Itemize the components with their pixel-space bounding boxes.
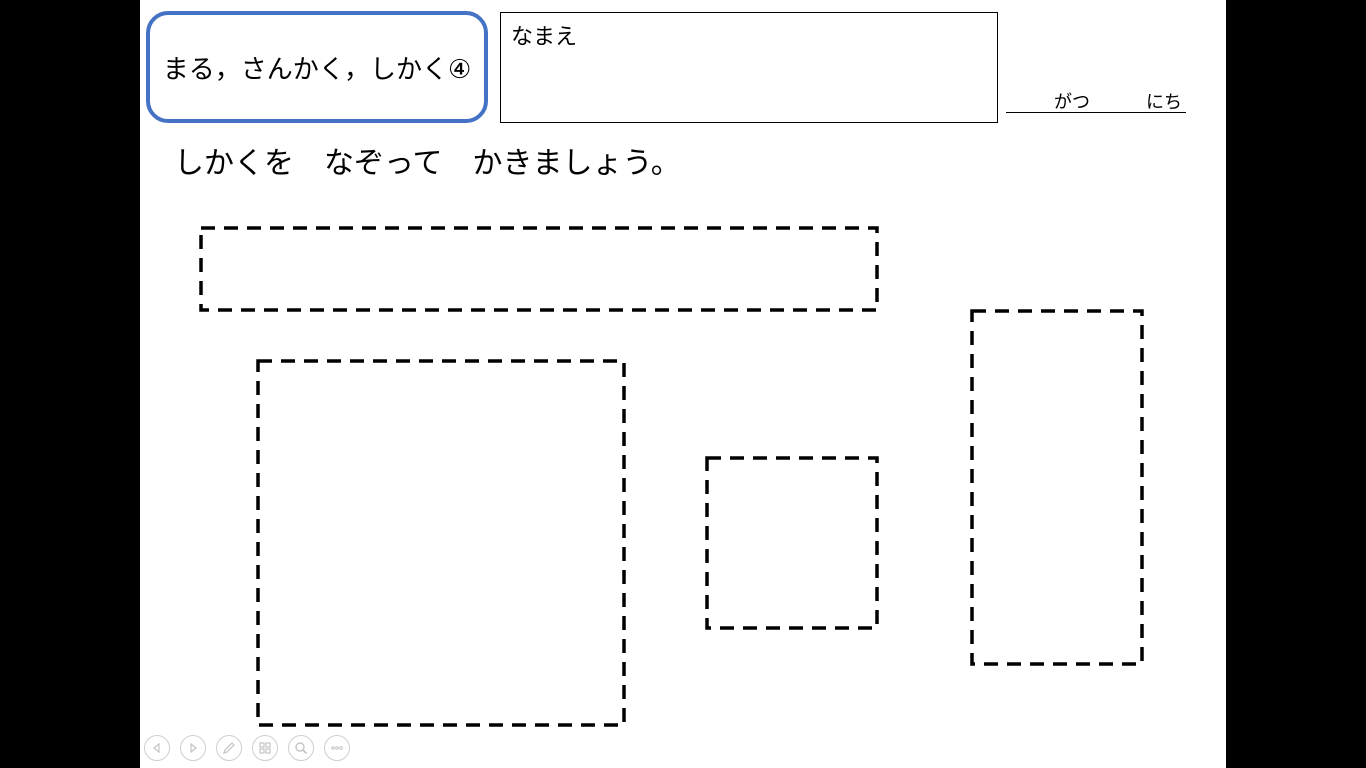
more-options-icon — [331, 746, 343, 750]
slideshow-controls — [144, 735, 350, 761]
next-slide-button[interactable] — [180, 735, 206, 761]
small-square — [705, 456, 879, 630]
more-options-button[interactable] — [324, 735, 350, 761]
large-square — [256, 359, 626, 727]
slides-grid-icon — [259, 742, 271, 754]
zoom-icon — [295, 742, 308, 755]
wide-rectangle — [199, 226, 879, 312]
previous-slide-icon — [153, 742, 160, 754]
see-all-slides-button[interactable] — [252, 735, 278, 761]
pen-icon — [223, 742, 235, 754]
previous-slide-button[interactable] — [144, 735, 170, 761]
pen-button[interactable] — [216, 735, 242, 761]
next-slide-icon — [190, 742, 197, 754]
worksheet-slide: まる，さんかく，しかく④ なまえ がつ にち しかくを なぞって かきましょう。 — [140, 0, 1226, 768]
zoom-button[interactable] — [288, 735, 314, 761]
tall-rectangle — [970, 309, 1144, 666]
tracing-shapes — [199, 226, 1144, 727]
